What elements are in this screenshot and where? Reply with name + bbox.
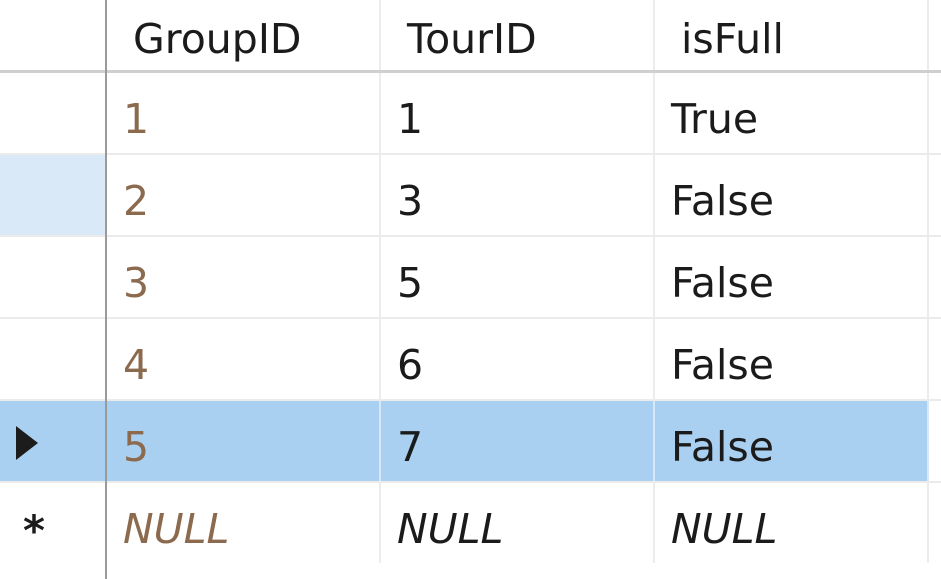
row-pointer-arrow-icon: [16, 426, 38, 460]
cell-groupid[interactable]: NULL: [107, 483, 381, 563]
column-header-tourid[interactable]: TourID: [381, 0, 655, 70]
new-row-asterisk-icon: *: [23, 506, 45, 555]
cell-groupid[interactable]: 1: [107, 73, 381, 153]
row-header[interactable]: [0, 155, 105, 235]
cell-tourid[interactable]: NULL: [381, 483, 655, 563]
column-header-isfull[interactable]: isFull: [655, 0, 929, 70]
table-row[interactable]: 4 6 False: [0, 319, 941, 401]
cell-isfull[interactable]: False: [655, 401, 929, 481]
new-row[interactable]: * NULL NULL NULL: [0, 483, 941, 579]
row-header[interactable]: [0, 73, 105, 153]
row-header[interactable]: [0, 319, 105, 399]
grid-header: GroupID TourID isFull: [0, 0, 941, 73]
row-header-divider: [105, 0, 107, 579]
cell-isfull[interactable]: False: [655, 237, 929, 317]
row-header-current[interactable]: [0, 401, 105, 481]
cell-tourid[interactable]: 3: [381, 155, 655, 235]
cell-isfull[interactable]: True: [655, 73, 929, 153]
cell-tourid[interactable]: 5: [381, 237, 655, 317]
cell-groupid[interactable]: 4: [107, 319, 381, 399]
table-row[interactable]: 2 3 False: [0, 155, 941, 237]
cell-tourid[interactable]: 7: [381, 401, 655, 481]
cell-tourid[interactable]: 1: [381, 73, 655, 153]
table-row[interactable]: 3 5 False: [0, 237, 941, 319]
table-row[interactable]: 1 1 True: [0, 73, 941, 155]
column-header-groupid[interactable]: GroupID: [107, 0, 381, 70]
row-header[interactable]: [0, 237, 105, 317]
cell-groupid[interactable]: 2: [107, 155, 381, 235]
cell-isfull[interactable]: NULL: [655, 483, 929, 563]
select-all-corner[interactable]: [0, 0, 105, 70]
cell-isfull[interactable]: False: [655, 319, 929, 399]
cell-groupid[interactable]: 3: [107, 237, 381, 317]
results-data-grid[interactable]: GroupID TourID isFull 1 1 True 2 3 False…: [0, 0, 941, 579]
cell-groupid[interactable]: 5: [107, 401, 381, 481]
cell-isfull[interactable]: False: [655, 155, 929, 235]
table-row-selected[interactable]: 5 7 False: [0, 401, 941, 483]
row-header-new[interactable]: *: [0, 483, 105, 563]
cell-tourid[interactable]: 6: [381, 319, 655, 399]
